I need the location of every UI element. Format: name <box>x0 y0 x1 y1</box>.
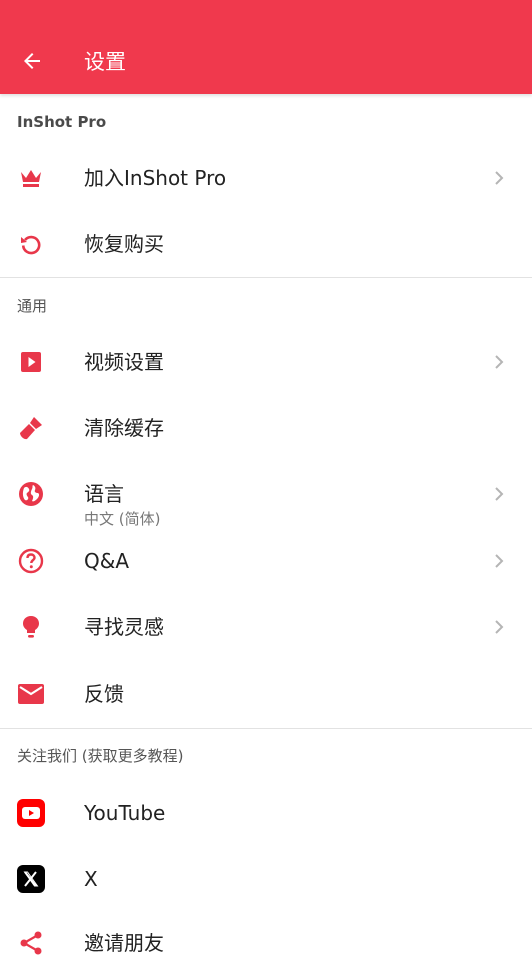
youtube-label: YouTube <box>84 801 166 825</box>
video-settings-label: 视频设置 <box>84 350 164 374</box>
youtube-icon <box>17 799 45 827</box>
x-item[interactable]: X <box>0 846 532 912</box>
join-pro-label: 加入InShot Pro <box>84 166 227 190</box>
clear-cache-label: 清除缓存 <box>84 416 164 440</box>
help-icon <box>17 547 45 575</box>
qa-item[interactable]: Q&A <box>0 528 532 594</box>
inspiration-label: 寻找灵感 <box>84 615 164 639</box>
join-pro-item[interactable]: 加入InShot Pro <box>0 145 532 211</box>
lightbulb-icon <box>17 613 45 641</box>
arrow-left-icon <box>24 53 40 69</box>
page-title: 设置 <box>84 50 126 74</box>
chevron-right-icon <box>494 553 506 569</box>
restore-purchase-label: 恢复购买 <box>84 232 164 256</box>
chevron-right-icon <box>494 354 506 370</box>
invite-friends-item[interactable]: 邀请朋友 <box>0 910 532 976</box>
mail-icon <box>17 680 45 708</box>
section-header-inshot-pro: InShot Pro <box>17 113 107 131</box>
inspiration-item[interactable]: 寻找灵感 <box>0 594 532 660</box>
crown-icon <box>17 164 45 192</box>
language-value: 中文 (简体) <box>84 510 161 528</box>
app-bar: 设置 <box>0 0 532 94</box>
video-settings-item[interactable]: 视频设置 <box>0 329 532 395</box>
chevron-right-icon <box>494 170 506 186</box>
youtube-item[interactable]: YouTube <box>0 780 532 846</box>
brush-icon <box>17 414 45 442</box>
section-header-general: 通用 <box>17 297 48 315</box>
chevron-right-icon <box>494 619 506 635</box>
language-item[interactable]: 语言 中文 (简体) <box>0 461 532 528</box>
x-icon <box>17 865 45 893</box>
back-button[interactable] <box>10 39 54 83</box>
x-label: X <box>84 867 98 891</box>
section-divider <box>0 277 532 278</box>
video-settings-icon <box>17 348 45 376</box>
restore-icon <box>17 230 45 258</box>
restore-purchase-item[interactable]: 恢复购买 <box>0 211 532 277</box>
section-header-follow-us: 关注我们 (获取更多教程) <box>17 747 184 765</box>
share-icon <box>17 929 45 957</box>
language-label: 语言 <box>84 482 124 506</box>
chevron-right-icon <box>494 486 506 502</box>
feedback-item[interactable]: 反馈 <box>0 661 532 727</box>
section-divider <box>0 728 532 729</box>
invite-friends-label: 邀请朋友 <box>84 931 164 955</box>
clear-cache-item[interactable]: 清除缓存 <box>0 395 532 461</box>
globe-icon <box>17 480 45 508</box>
qa-label: Q&A <box>84 549 130 573</box>
feedback-label: 反馈 <box>84 682 124 706</box>
